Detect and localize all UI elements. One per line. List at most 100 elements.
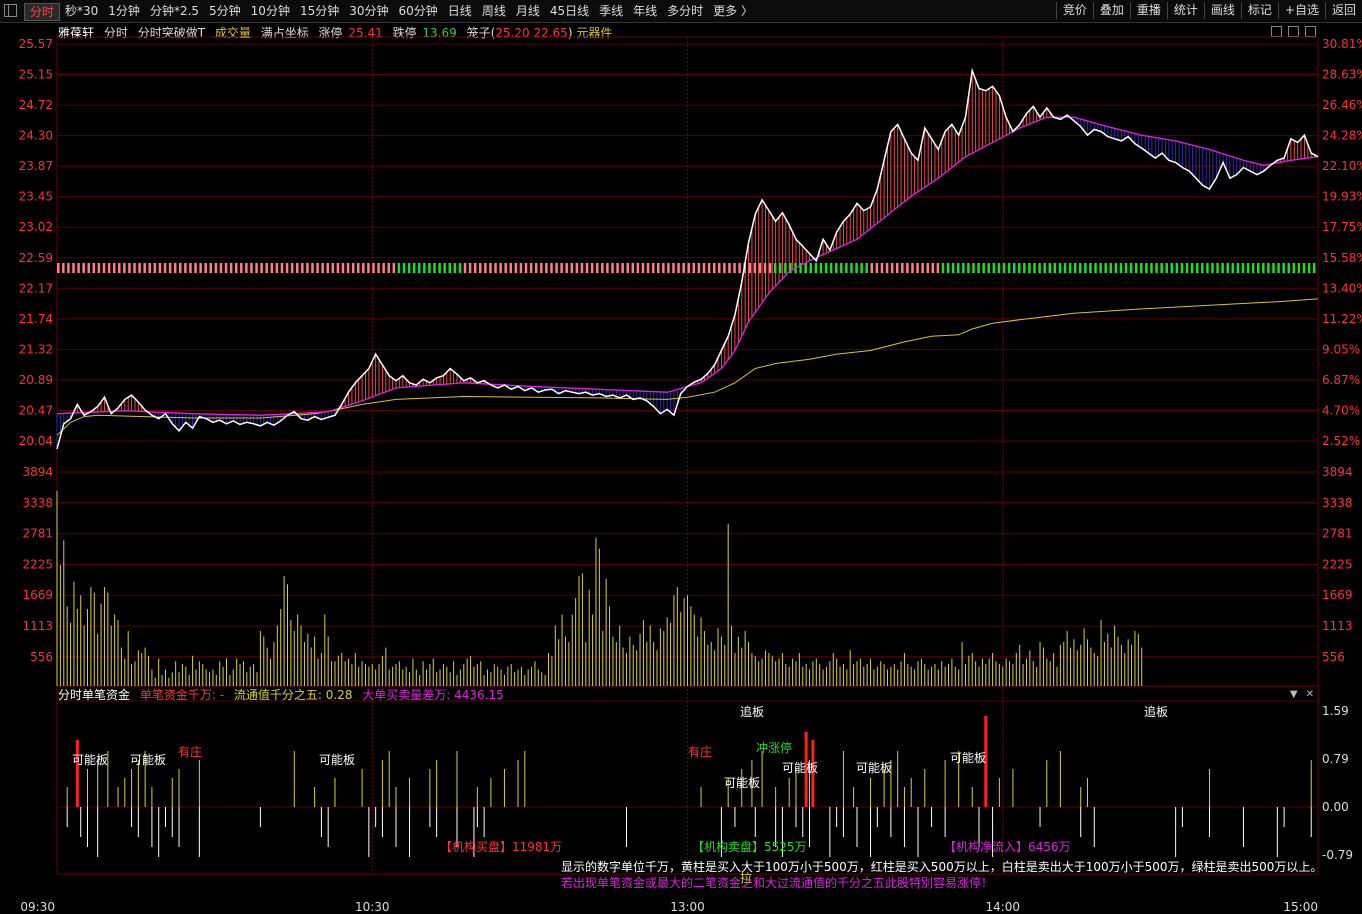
price-tick-label: 24.72 bbox=[19, 98, 53, 112]
signal-strip-bar bbox=[1124, 263, 1128, 273]
signal-strip-bar bbox=[123, 263, 126, 273]
pct-tick-label: 28.63% bbox=[1322, 68, 1362, 82]
signal-strip-bar bbox=[1038, 263, 1041, 273]
signal-strip-bar bbox=[1089, 263, 1092, 273]
signal-strip-bar bbox=[229, 263, 233, 273]
signal-strip-bar bbox=[356, 263, 360, 273]
pct-tick-label: 6.87% bbox=[1322, 373, 1360, 387]
signal-strip-bar bbox=[565, 263, 568, 273]
signal-strip-bar bbox=[1307, 263, 1311, 273]
signal-strip-bar bbox=[809, 263, 813, 273]
signal-strip-bar bbox=[204, 263, 207, 273]
signal-strip-bar bbox=[702, 263, 706, 273]
signal-strip-bar bbox=[128, 263, 131, 273]
signal-strip-bar bbox=[1272, 263, 1275, 273]
signal-strip-bar bbox=[590, 263, 594, 273]
time-tick-label: 09:30 bbox=[20, 900, 55, 914]
volume-tick-label-right: 1669 bbox=[1322, 588, 1353, 602]
signal-strip-bar bbox=[428, 263, 431, 273]
label-zhuiban-2: 追板 bbox=[1144, 704, 1168, 719]
signal-strip-bar bbox=[458, 263, 462, 273]
signal-strip-bar bbox=[1104, 263, 1107, 273]
signal-strip-bar bbox=[712, 263, 716, 273]
signal-strip-bar bbox=[1155, 263, 1158, 273]
signal-strip-bar bbox=[326, 263, 329, 273]
signal-strip-bar bbox=[977, 263, 980, 273]
signal-strip-bar bbox=[102, 263, 106, 273]
signal-strip-bar bbox=[936, 263, 940, 273]
signal-strip-bar bbox=[1028, 263, 1031, 273]
signal-strip-bar bbox=[1002, 263, 1006, 273]
signal-strip-bar bbox=[1145, 263, 1148, 273]
signal-strip-bar bbox=[931, 263, 935, 273]
signal-strip-bar bbox=[601, 263, 604, 273]
volume-tick-label: 3894 bbox=[22, 465, 53, 479]
price-tick-label: 22.17 bbox=[19, 281, 53, 295]
signal-strip-bar bbox=[692, 263, 696, 273]
signal-strip-bar bbox=[336, 263, 340, 273]
dropdown-icon[interactable]: ▼ bbox=[1290, 689, 1298, 700]
signal-strip-bar bbox=[504, 263, 507, 273]
volume-tick-label-right: 2781 bbox=[1322, 527, 1353, 541]
fund-tick-label: 0.79 bbox=[1322, 752, 1349, 766]
signal-strip-bar bbox=[921, 263, 924, 273]
signal-strip-bar bbox=[1262, 263, 1265, 273]
signal-strip-bar bbox=[194, 263, 197, 273]
price-tick-label: 24.30 bbox=[19, 129, 53, 143]
signal-strip-bar bbox=[616, 263, 619, 273]
signal-strip-bar bbox=[77, 263, 80, 273]
label-keneng-1: 可能板 bbox=[72, 753, 108, 767]
signal-strip-bar bbox=[779, 263, 782, 273]
signal-strip-bar bbox=[301, 263, 304, 273]
fund-tick-label: 0.00 bbox=[1322, 800, 1349, 814]
label-youzhuang-2: 有庄 bbox=[688, 744, 712, 759]
signal-strip-bar bbox=[840, 263, 843, 273]
signal-strip-bar bbox=[138, 263, 141, 273]
signal-strip-bar bbox=[560, 263, 563, 273]
signal-strip-bar bbox=[1109, 263, 1113, 273]
signal-strip-bar bbox=[1018, 263, 1021, 273]
signal-strip-bar bbox=[209, 263, 213, 273]
legend-big-order-diff: 大单买卖量差万: 4436.15 bbox=[362, 688, 504, 702]
time-tick-label: 14:00 bbox=[985, 900, 1020, 914]
signal-strip-bar bbox=[718, 263, 721, 273]
signal-strip-bar bbox=[763, 263, 767, 273]
signal-strip-bar bbox=[418, 263, 421, 273]
signal-strip-bar bbox=[992, 263, 996, 273]
series-price-line bbox=[56, 67, 1319, 450]
signal-strip-bar bbox=[941, 263, 945, 273]
signal-strip-bar bbox=[224, 263, 228, 273]
price-tick-label: 25.15 bbox=[19, 68, 53, 82]
price-tick-label: 23.02 bbox=[19, 220, 53, 234]
signal-strip-bar bbox=[595, 263, 599, 273]
signal-strip-bar bbox=[1246, 263, 1250, 273]
volume-tick-label: 3338 bbox=[22, 496, 53, 510]
signal-strip-bar bbox=[1033, 263, 1036, 273]
price-tick-label: 21.32 bbox=[19, 342, 53, 356]
signal-strip-bar bbox=[667, 263, 670, 273]
signal-strip-bar bbox=[311, 263, 314, 273]
price-tick-label: 20.04 bbox=[19, 434, 53, 448]
signal-strip-bar bbox=[270, 263, 274, 273]
volume-tick-label-right: 2225 bbox=[1322, 557, 1353, 571]
signal-strip-bar bbox=[687, 263, 690, 273]
signal-strip-bar bbox=[636, 263, 640, 273]
signal-strip-bar bbox=[656, 263, 660, 273]
signal-strip-bar bbox=[423, 263, 426, 273]
signal-strip-bar bbox=[956, 263, 960, 273]
signal-strip-bar bbox=[540, 263, 543, 273]
chart-canvas[interactable]: 25.57 30.81% 25.15 28.63% 24.72 26.46% 24.30 24… bbox=[0, 0, 1362, 914]
signal-strip-bar bbox=[1277, 263, 1280, 273]
signal-strip-bar bbox=[255, 263, 258, 273]
signal-strip-bar bbox=[1231, 263, 1235, 273]
signal-strip-bar bbox=[407, 263, 411, 273]
volume-tick-label: 2225 bbox=[22, 557, 53, 571]
close-icon[interactable]: ✕ bbox=[1306, 689, 1314, 700]
pct-tick-label: 26.46% bbox=[1322, 98, 1362, 112]
signal-strip-bar bbox=[346, 263, 350, 273]
signal-strip-bar bbox=[1185, 263, 1189, 273]
signal-strip-bar bbox=[845, 263, 848, 273]
signal-strip-bar bbox=[885, 263, 889, 273]
signal-strip-bar bbox=[901, 263, 904, 273]
label-chongzhangting: 冲涨停 bbox=[756, 740, 792, 755]
